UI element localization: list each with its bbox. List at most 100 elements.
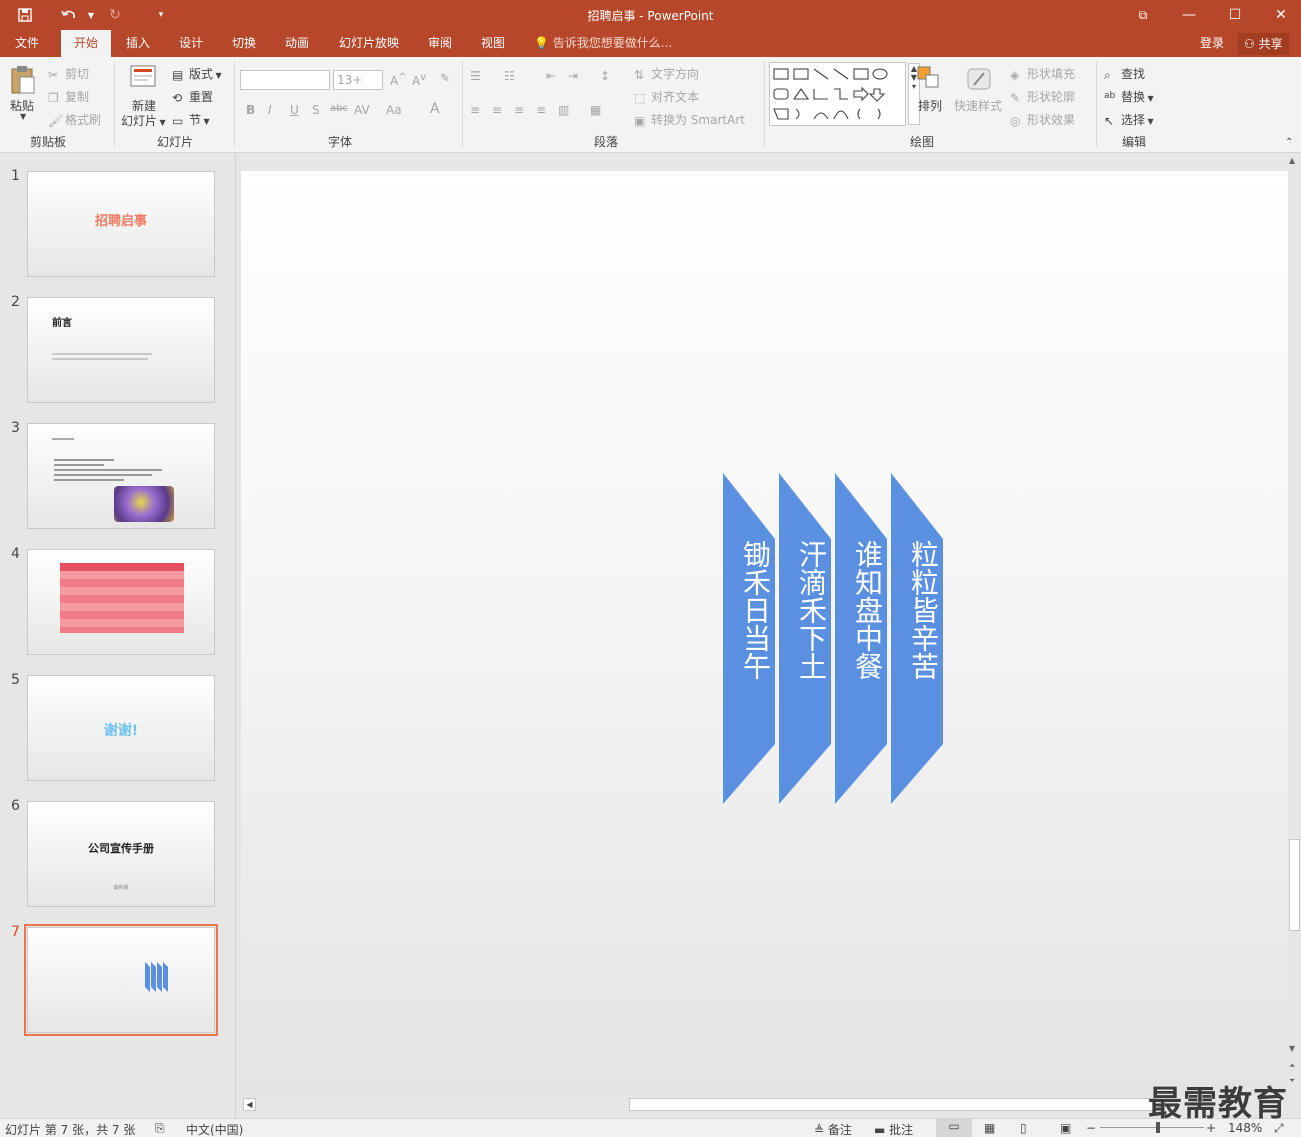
- thumbnail-text-line: [54, 479, 124, 481]
- distributed-icon[interactable]: ▥: [558, 103, 569, 117]
- shape-effects-button[interactable]: ◎ 形状效果: [1010, 111, 1075, 128]
- tab-slideshow[interactable]: 幻灯片放映: [334, 30, 404, 57]
- shape-outline-button[interactable]: ✎ 形状轮廓: [1010, 88, 1075, 105]
- copy-button[interactable]: ❐ 复制: [48, 88, 89, 105]
- notes-button[interactable]: ≜ 备注: [814, 1121, 852, 1137]
- paste-dropdown-icon[interactable]: ▼: [20, 112, 26, 121]
- slide-thumbnail-6[interactable]: 公司宣传手册 最新版: [27, 801, 215, 907]
- next-slide-icon[interactable]: ⏷: [1289, 1076, 1295, 1086]
- section-icon: ▭: [172, 113, 184, 128]
- scrollbar-thumb[interactable]: [629, 1098, 1159, 1111]
- slide-thumbnail-3[interactable]: [27, 423, 215, 529]
- scroll-left-icon[interactable]: ◀: [243, 1098, 256, 1111]
- scroll-down-icon[interactable]: ▼: [1289, 1044, 1295, 1053]
- share-button[interactable]: ⚇ 共享: [1238, 33, 1289, 55]
- tab-animations[interactable]: 动画: [277, 30, 317, 57]
- reset-button[interactable]: ⟲ 重置: [172, 88, 213, 105]
- text-direction-button[interactable]: ⇅ 文字方向: [634, 65, 699, 82]
- layout-button[interactable]: ▤ 版式 ▼: [172, 65, 222, 82]
- paste-button[interactable]: [10, 65, 36, 98]
- slide-thumbnail-1[interactable]: 招聘启事: [27, 171, 215, 277]
- previous-slide-icon[interactable]: ⏶: [1289, 1061, 1295, 1071]
- format-painter-button[interactable]: 🖌 格式刷: [48, 111, 101, 128]
- zoom-out-icon[interactable]: −: [1086, 1121, 1096, 1135]
- align-text-button[interactable]: ⬚ 对齐文本: [634, 88, 699, 105]
- shapes-gallery[interactable]: [769, 62, 906, 126]
- slide-thumbnail-7[interactable]: [24, 924, 218, 1036]
- minimize-button[interactable]: —: [1166, 3, 1212, 27]
- font-size-input[interactable]: 13+: [333, 70, 383, 90]
- decrease-indent-icon[interactable]: ⇤: [546, 69, 556, 83]
- select-button[interactable]: ↖ 选择 ▼: [1104, 111, 1154, 128]
- arrange-button[interactable]: [916, 65, 946, 96]
- maximize-button[interactable]: ☐: [1212, 3, 1258, 27]
- window-title: 招聘启事 - PowerPoint: [587, 9, 714, 23]
- close-button[interactable]: ✕: [1258, 3, 1301, 27]
- bullets-icon[interactable]: ☰: [470, 69, 481, 83]
- chevron-down-icon: ▼: [201, 117, 210, 126]
- font-name-input[interactable]: [240, 70, 330, 90]
- strikethrough-icon[interactable]: abc: [330, 103, 348, 114]
- bold-icon[interactable]: B: [246, 103, 255, 117]
- increase-font-icon[interactable]: A^: [390, 72, 407, 88]
- slide-sorter-icon[interactable]: ▦: [984, 1121, 995, 1135]
- find-label: 查找: [1121, 67, 1146, 81]
- cut-button[interactable]: ✂ 剪切: [48, 65, 89, 82]
- shape-fill-button[interactable]: ◈ 形状填充: [1010, 65, 1075, 82]
- justify-icon[interactable]: ≡: [536, 103, 546, 117]
- clear-formatting-icon[interactable]: ✎: [440, 71, 450, 85]
- language-status[interactable]: 中文(中国): [186, 1121, 243, 1137]
- decrease-font-icon[interactable]: Av: [412, 72, 426, 88]
- quick-styles-button[interactable]: [964, 65, 994, 96]
- underline-icon[interactable]: U: [290, 103, 299, 117]
- italic-icon[interactable]: I: [268, 103, 272, 117]
- login-link[interactable]: 登录: [1200, 30, 1224, 57]
- align-right-icon[interactable]: ≡: [514, 103, 524, 117]
- change-case-icon[interactable]: Aa: [386, 103, 402, 117]
- scissors-icon: ✂: [48, 67, 59, 82]
- font-color-icon[interactable]: A: [430, 101, 440, 117]
- copy-icon: ❐: [48, 90, 59, 105]
- slideshow-icon[interactable]: ▣: [1060, 1121, 1071, 1135]
- numbering-icon[interactable]: ☷: [504, 69, 515, 83]
- tab-view[interactable]: 视图: [473, 30, 513, 57]
- slide-thumbnail-2[interactable]: 前言: [27, 297, 215, 403]
- smartart-button[interactable]: ▣ 转换为 SmartArt: [634, 111, 745, 128]
- horizontal-scrollbar[interactable]: ◀: [241, 1096, 1288, 1113]
- tell-me-box[interactable]: 💡 告诉我您想要做什么...: [534, 30, 672, 57]
- new-slide-button[interactable]: [128, 63, 158, 94]
- align-center-icon[interactable]: ≡: [492, 103, 502, 117]
- tab-transitions[interactable]: 切换: [224, 30, 264, 57]
- tab-review[interactable]: 审阅: [420, 30, 460, 57]
- align-left-icon[interactable]: ≡: [470, 103, 480, 117]
- format-painter-label: 格式刷: [65, 113, 102, 127]
- replace-button[interactable]: ab 替换 ▼: [1104, 88, 1154, 105]
- tab-home[interactable]: 开始: [61, 30, 111, 57]
- paintbrush-icon: 🖌: [48, 113, 64, 128]
- increase-indent-icon[interactable]: ⇥: [568, 69, 578, 83]
- line-spacing-icon[interactable]: ↕: [600, 69, 610, 83]
- tab-design[interactable]: 设计: [171, 30, 211, 57]
- vertical-scrollbar[interactable]: ▲ ▼ ⏶ ⏷: [1288, 154, 1301, 1096]
- find-button[interactable]: ⌕ 查找: [1104, 65, 1145, 82]
- normal-view-icon[interactable]: ▭: [936, 1119, 972, 1137]
- tab-file[interactable]: 文件: [6, 30, 48, 57]
- section-button[interactable]: ▭ 节 ▼: [172, 111, 210, 128]
- zoom-slider[interactable]: [1100, 1127, 1204, 1128]
- ribbon-display-options-button[interactable]: ⧉: [1120, 3, 1166, 27]
- scrollbar-thumb[interactable]: [1289, 839, 1300, 931]
- reading-view-icon[interactable]: ▯: [1020, 1121, 1027, 1135]
- drawing-group-label: 绘图: [909, 135, 934, 149]
- columns-icon[interactable]: ▦: [590, 103, 601, 117]
- text-shadow-icon[interactable]: S: [312, 103, 320, 117]
- scroll-up-icon[interactable]: ▲: [1289, 156, 1295, 165]
- new-slide-label-2[interactable]: 幻灯片 ▼: [121, 112, 166, 129]
- spell-check-icon[interactable]: ⎘: [155, 1121, 165, 1136]
- slide-thumbnail-4[interactable]: [27, 549, 215, 655]
- character-spacing-icon[interactable]: AV: [354, 103, 370, 117]
- slide-number: 1: [11, 168, 20, 184]
- comments-button[interactable]: ▬ 批注: [874, 1121, 913, 1137]
- tab-insert[interactable]: 插入: [118, 30, 158, 57]
- collapse-ribbon-icon[interactable]: ⌃: [1285, 137, 1293, 148]
- slide-thumbnail-5[interactable]: 谢谢!: [27, 675, 215, 781]
